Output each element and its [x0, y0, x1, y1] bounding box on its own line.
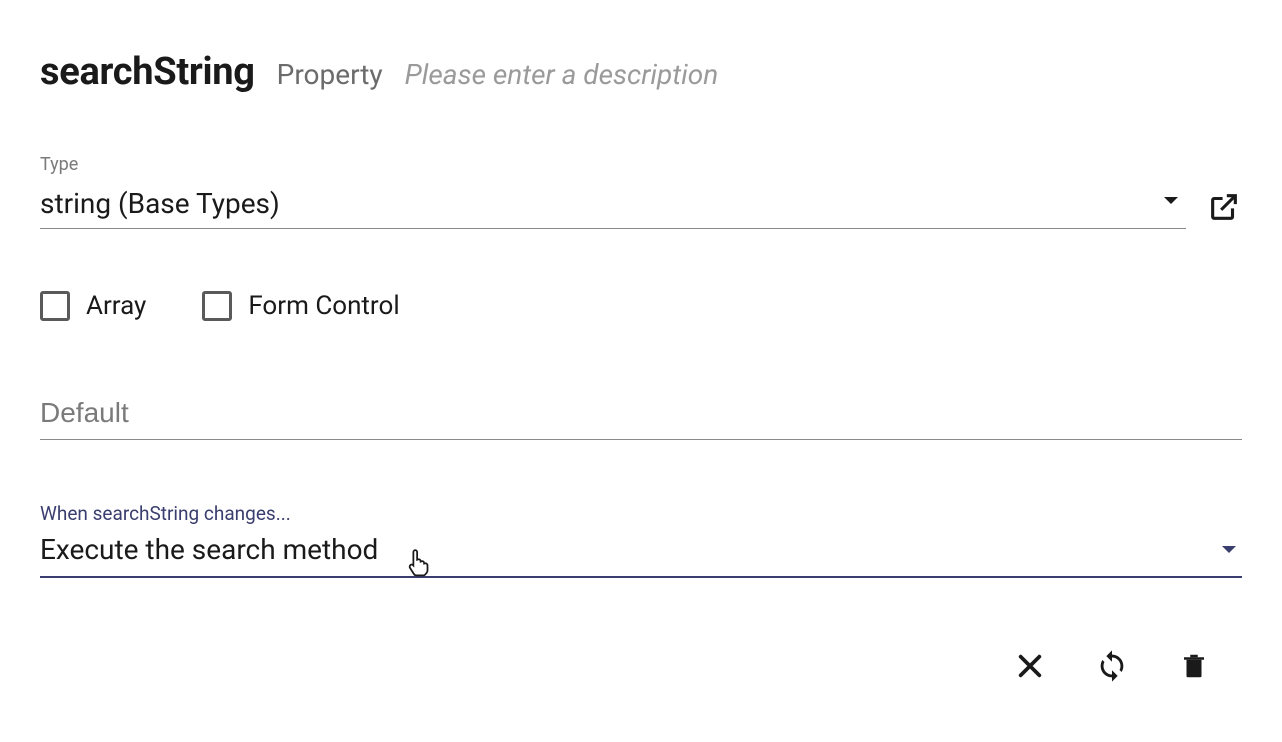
on-change-label: When searchString changes... — [40, 502, 1242, 525]
property-header: searchString Property Please enter a des… — [40, 50, 1242, 94]
form-control-checkbox-label: Form Control — [248, 291, 399, 321]
type-row: Type string (Base Types) — [40, 154, 1242, 229]
on-change-select-value: Execute the search method — [40, 533, 378, 566]
checkbox-box-icon — [202, 291, 232, 321]
type-select[interactable]: string (Base Types) — [40, 183, 1186, 229]
array-checkbox-label: Array — [86, 291, 146, 321]
delete-button[interactable] — [1176, 648, 1212, 684]
on-change-select[interactable]: Execute the search method — [40, 531, 1242, 578]
default-input[interactable] — [40, 391, 1242, 440]
type-select-value: string (Base Types) — [40, 187, 280, 220]
property-kind-label: Property — [277, 58, 383, 91]
default-field — [40, 391, 1242, 440]
property-description-placeholder[interactable]: Please enter a description — [405, 58, 719, 91]
dropdown-caret-icon — [1222, 546, 1236, 553]
type-label: Type — [40, 154, 1186, 175]
property-name: searchString — [40, 50, 255, 94]
close-button[interactable] — [1012, 648, 1048, 684]
array-checkbox[interactable]: Array — [40, 291, 146, 321]
dropdown-caret-icon — [1164, 197, 1178, 204]
open-in-new-icon — [1207, 190, 1241, 224]
close-icon — [1014, 650, 1046, 682]
action-row — [40, 648, 1242, 684]
on-change-field: When searchString changes... Execute the… — [40, 502, 1242, 578]
form-control-checkbox[interactable]: Form Control — [202, 291, 399, 321]
type-field: Type string (Base Types) — [40, 154, 1186, 229]
refresh-icon — [1095, 649, 1129, 683]
open-external-button[interactable] — [1206, 189, 1242, 225]
refresh-button[interactable] — [1094, 648, 1130, 684]
checkbox-box-icon — [40, 291, 70, 321]
trash-icon — [1179, 649, 1209, 683]
checkbox-row: Array Form Control — [40, 291, 1242, 321]
